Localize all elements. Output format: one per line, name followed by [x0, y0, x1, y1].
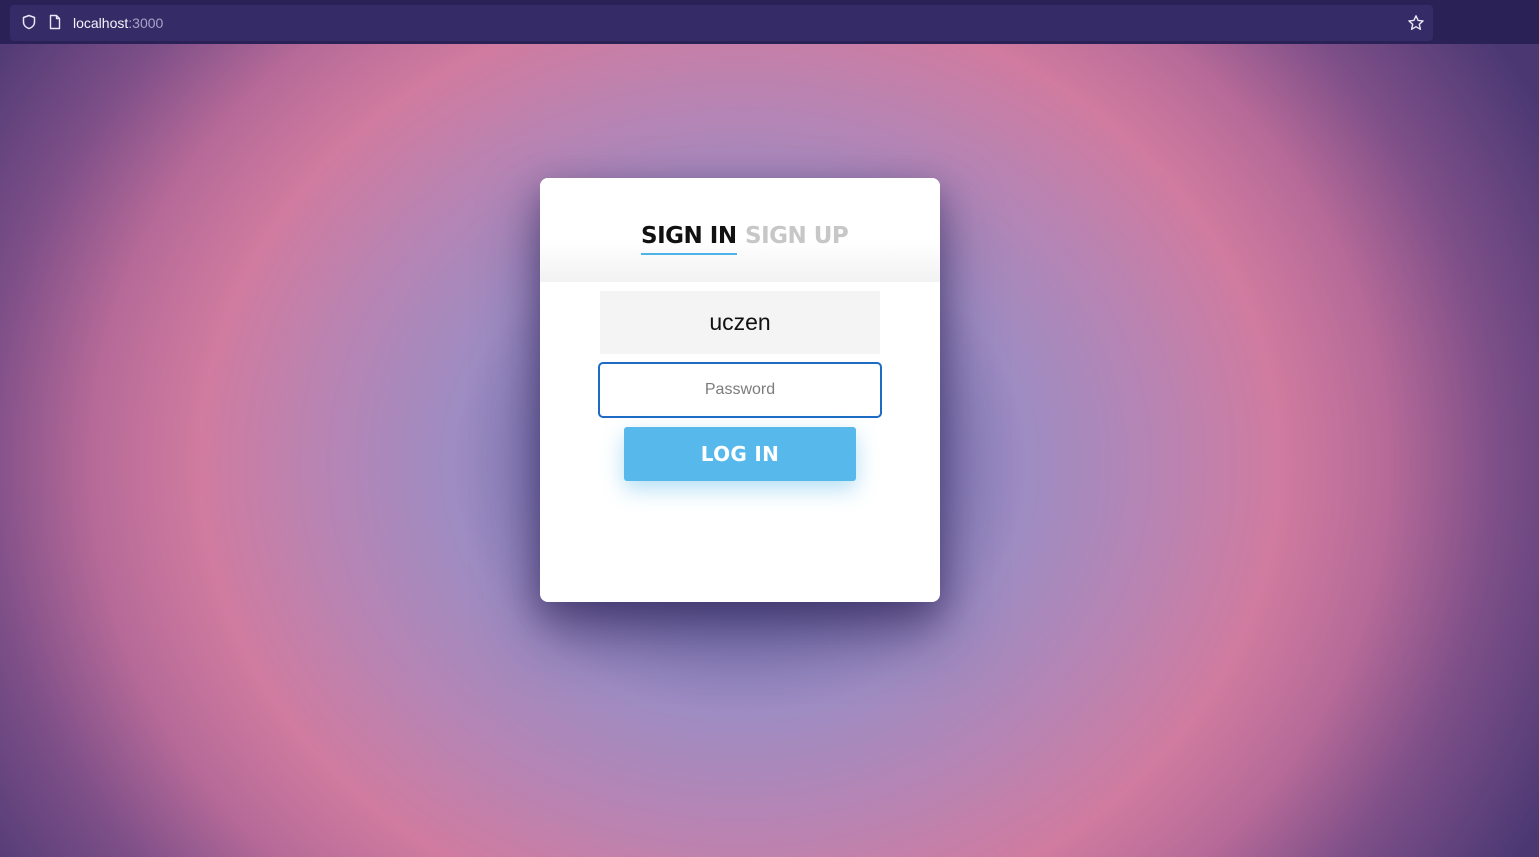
url-text[interactable]: localhost:3000: [73, 15, 163, 31]
shield-icon[interactable]: [21, 14, 37, 30]
url-port: :3000: [128, 15, 164, 31]
password-input[interactable]: [598, 362, 882, 418]
login-button[interactable]: LOG IN: [624, 427, 856, 481]
card-header: SIGN IN SIGN UP: [540, 178, 940, 282]
address-bar[interactable]: localhost:3000: [10, 5, 1433, 41]
page-icon: [49, 14, 61, 30]
login-card: SIGN IN SIGN UP LOG IN: [540, 178, 940, 602]
username-input[interactable]: [600, 291, 880, 354]
url-host: localhost: [73, 15, 129, 31]
browser-toolbar: localhost:3000: [0, 0, 1539, 44]
tab-sign-up[interactable]: SIGN UP: [745, 221, 849, 251]
star-icon[interactable]: [1407, 14, 1425, 32]
tab-sign-in[interactable]: SIGN IN: [641, 221, 737, 255]
